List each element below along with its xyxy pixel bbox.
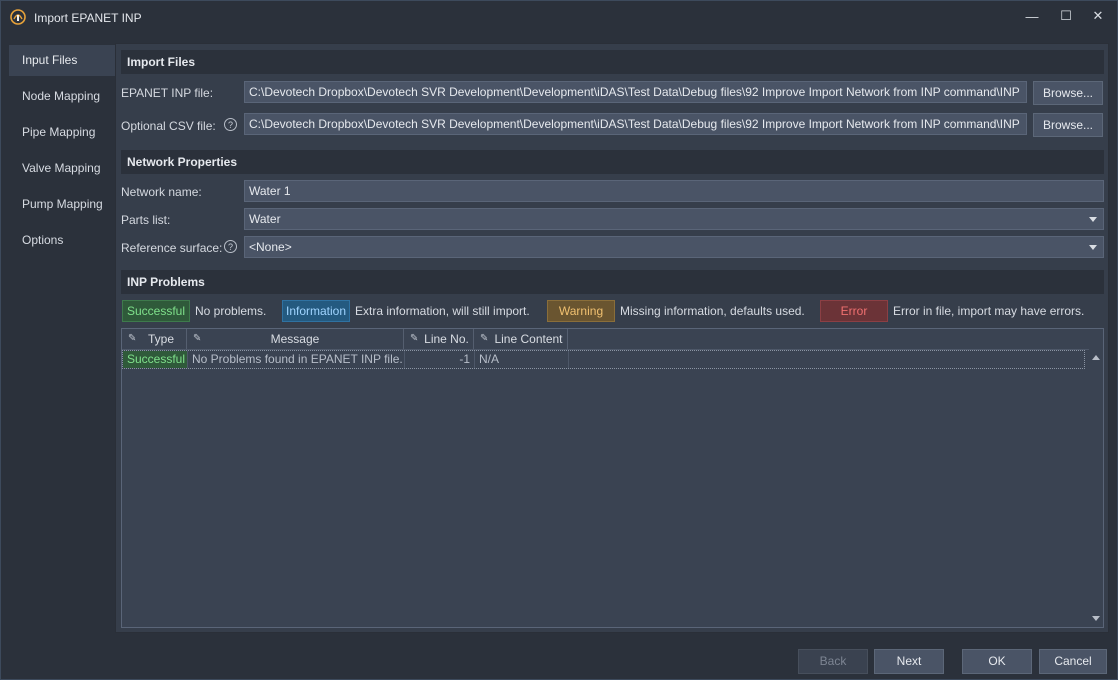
minimize-icon: — [1025,8,1039,24]
network-name-label: Network name: [121,185,202,199]
help-icon[interactable]: ? [224,118,237,131]
sidebar-item-label: Valve Mapping [22,161,101,175]
column-header-line-content[interactable]: ✎ Line Content [474,329,568,349]
grid-header: ✎ Type ✎ Message ✎ Line No. ✎ Line Conte… [122,329,1103,350]
column-header-label: Line Content [494,332,563,346]
pin-icon: ✎ [410,333,419,344]
table-row[interactable]: Successful No Problems found in EPANET I… [122,350,1085,369]
maximize-icon: ☐ [1060,8,1072,23]
parts-list-select[interactable]: Water [244,208,1104,230]
pin-icon: ✎ [480,333,489,344]
legend-text-successful: No problems. [195,304,267,318]
sidebar-item-input-files[interactable]: Input Files [9,45,115,76]
pin-icon: ✎ [193,333,202,344]
inp-file-input[interactable]: C:\Devotech Dropbox\Devotech SVR Develop… [244,81,1027,103]
sidebar-item-label: Node Mapping [22,89,101,103]
scroll-down-icon[interactable] [1092,616,1100,621]
main-panel: Import Files EPANET INP file: C:\Devotec… [115,43,1109,633]
close-button[interactable]: ✕ [1081,5,1115,27]
sidebar-item-node-mapping[interactable]: Node Mapping [9,81,115,112]
sidebar-item-label: Input Files [22,53,78,67]
column-header-label: Type [147,332,174,346]
scroll-up-icon[interactable] [1092,355,1100,360]
sidebar-item-pipe-mapping[interactable]: Pipe Mapping [9,117,115,148]
import-files-header: Import Files [121,50,1104,74]
inp-file-label: EPANET INP file: [121,86,214,100]
column-header-type[interactable]: ✎ Type [122,329,187,349]
ok-button[interactable]: OK [962,649,1032,674]
sidebar: Input Files Node Mapping Pipe Mapping Va… [9,43,115,633]
window-title: Import EPANET INP [34,11,142,25]
network-name-input[interactable]: Water 1 [244,180,1104,202]
sidebar-item-label: Pipe Mapping [22,125,96,139]
maximize-button[interactable]: ☐ [1049,5,1083,27]
help-icon[interactable]: ? [224,240,237,253]
sidebar-item-pump-mapping[interactable]: Pump Mapping [9,189,115,220]
pin-icon: ✎ [128,333,137,344]
reference-surface-label: Reference surface: [121,241,223,255]
network-properties-header: Network Properties [121,150,1104,174]
csv-file-label: Optional CSV file: [121,119,216,133]
cancel-button[interactable]: Cancel [1039,649,1107,674]
browse-inp-button[interactable]: Browse... [1033,81,1103,105]
sidebar-item-label: Pump Mapping [22,197,103,211]
chevron-down-icon [1089,245,1097,250]
problems-grid: ✎ Type ✎ Message ✎ Line No. ✎ Line Conte… [121,328,1104,628]
legend-text-warning: Missing information, defaults used. [620,304,805,318]
cell-type: Successful [123,351,188,368]
sidebar-item-options[interactable]: Options [9,225,115,256]
reference-surface-select[interactable]: <None> [244,236,1104,258]
sidebar-item-valve-mapping[interactable]: Valve Mapping [9,153,115,184]
next-button[interactable]: Next [874,649,944,674]
cell-line-content: N/A [475,351,569,368]
legend-text-information: Extra information, will still import. [355,304,530,318]
legend-text-error: Error in file, import may have errors. [893,304,1085,318]
title-bar: Import EPANET INP — ☐ ✕ [1,1,1117,34]
chevron-down-icon [1089,217,1097,222]
close-icon: ✕ [1092,8,1104,23]
minimize-button[interactable]: — [1015,5,1049,27]
legend-chip-successful: Successful [122,300,190,322]
reference-surface-value: <None> [249,240,292,254]
inp-problems-header: INP Problems [121,270,1104,294]
browse-csv-button[interactable]: Browse... [1033,113,1103,137]
cell-message: No Problems found in EPANET INP file. [188,351,405,368]
back-button[interactable]: Back [798,649,868,674]
cell-line-no: -1 [405,351,475,368]
parts-list-label: Parts list: [121,213,171,227]
legend-chip-information: Information [282,300,350,322]
csv-file-input[interactable]: C:\Devotech Dropbox\Devotech SVR Develop… [244,113,1027,135]
column-header-message[interactable]: ✎ Message [187,329,404,349]
column-header-label: Message [270,332,320,346]
column-header-line-no[interactable]: ✎ Line No. [404,329,474,349]
sidebar-item-label: Options [22,233,64,247]
app-logo-icon [10,9,26,25]
parts-list-value: Water [249,212,281,226]
grid-scrollbar[interactable] [1089,349,1103,627]
column-header-label: Line No. [424,332,469,346]
legend-chip-warning: Warning [547,300,615,322]
legend-chip-error: Error [820,300,888,322]
import-dialog: Import EPANET INP — ☐ ✕ Input Files Node… [0,0,1118,680]
